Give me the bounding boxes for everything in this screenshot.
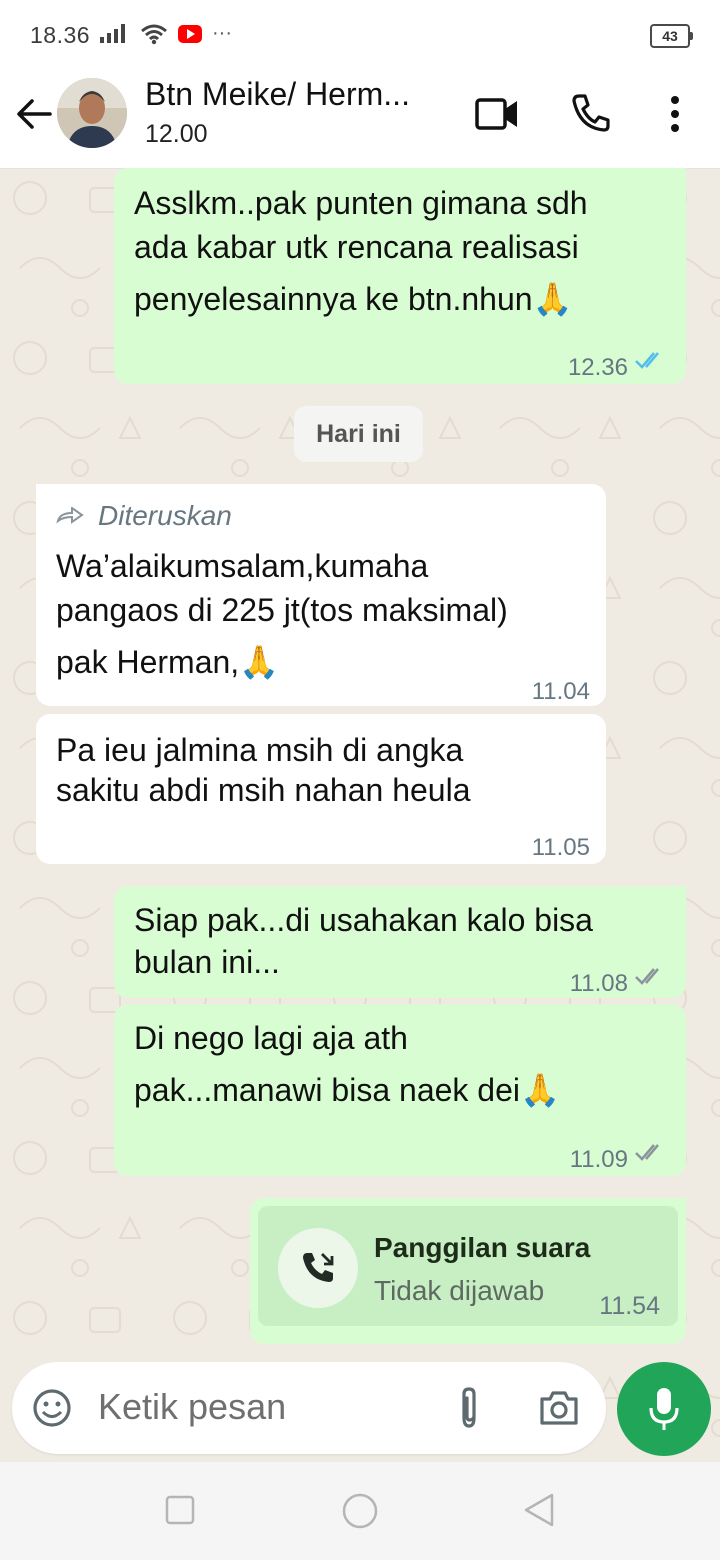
message-line: Di nego lagi aja ath [134, 1020, 408, 1056]
delivered-ticks-icon [635, 968, 659, 985]
message-line: sakitu abdi msih nahan heula [56, 772, 471, 808]
date-separator: Hari ini [294, 406, 423, 462]
wifi-icon [141, 24, 167, 44]
message-bubble-incoming[interactable]: Pa ieu jalmina msih di angka sakitu abdi… [36, 714, 606, 864]
message-time: 11.09 [569, 1146, 628, 1173]
forwarded-text: Diteruskan [98, 500, 232, 531]
forwarded-label: Diteruskan [56, 494, 232, 538]
message-line: bulan ini... [134, 944, 280, 980]
status-more: ··· [212, 22, 232, 44]
call-card: Panggilan suara Tidak dijawab 11.54 [258, 1206, 678, 1326]
message-bubble-outgoing[interactable]: Asslkm..pak punten gimana sdh ada kabar … [114, 168, 686, 384]
read-ticks-icon [635, 352, 659, 369]
message-composer[interactable]: Ketik pesan [12, 1362, 606, 1454]
system-nav-bar [0, 1462, 720, 1560]
message-line: penyelesainnya ke btn.nhun🙏 [134, 281, 573, 317]
message-bubble-outgoing[interactable]: Di nego lagi aja ath pak...manawi bisa n… [114, 1004, 686, 1176]
message-line: pak Herman,🙏 [56, 644, 280, 680]
chat-area[interactable]: Asslkm..pak punten gimana sdh ada kabar … [0, 168, 720, 1460]
call-time: 11.54 [599, 1292, 660, 1320]
contact-last-seen: 12.00 [145, 120, 208, 148]
youtube-icon [178, 24, 202, 43]
message-line: Asslkm..pak punten gimana sdh [134, 185, 588, 221]
call-icon-circle [278, 1228, 358, 1308]
back-nav-icon[interactable] [522, 1492, 556, 1528]
message-line: Wa’alaikumsalam,kumaha [56, 548, 429, 584]
chat-header: Btn Meike/ Herm... 12.00 [0, 70, 720, 169]
message-input[interactable]: Ketik pesan [98, 1386, 286, 1428]
battery-indicator: 43 [650, 24, 693, 48]
delivered-ticks-icon [635, 1144, 659, 1161]
missed-call-bubble[interactable]: Panggilan suara Tidak dijawab 11.54 [250, 1198, 686, 1344]
video-call-icon[interactable] [474, 96, 520, 132]
contact-avatar[interactable] [57, 78, 127, 148]
camera-icon[interactable] [538, 1390, 580, 1426]
mic-icon [649, 1388, 679, 1430]
contact-name[interactable]: Btn Meike/ Herm... [145, 76, 445, 113]
message-line: ada kabar utk rencana realisasi [134, 229, 579, 265]
message-time: 12.36 [567, 354, 628, 381]
message-line: Siap pak...di usahakan kalo bisa [134, 902, 593, 938]
status-icons: ··· [100, 22, 232, 45]
message-time: 11.04 [531, 678, 590, 705]
emoji-icon[interactable] [32, 1388, 72, 1428]
back-arrow-icon[interactable] [14, 94, 54, 134]
forward-icon [56, 507, 84, 524]
mic-button[interactable] [617, 1362, 711, 1456]
message-line: Pa ieu jalmina msih di angka [56, 732, 464, 768]
status-bar: 18.36 ··· 43 [0, 0, 720, 70]
home-icon[interactable] [341, 1492, 379, 1530]
signal-icon [100, 23, 125, 43]
voice-call-icon[interactable] [570, 92, 612, 134]
more-options-icon[interactable] [668, 94, 682, 134]
message-time: 11.08 [569, 970, 628, 997]
message-bubble-incoming[interactable]: Diteruskan Wa’alaikumsalam,kumaha pangao… [36, 484, 606, 706]
attach-icon[interactable] [452, 1386, 486, 1430]
missed-call-icon [303, 1253, 334, 1282]
call-status: Tidak dijawab [374, 1275, 545, 1306]
recents-icon[interactable] [164, 1494, 196, 1526]
message-line: pak...manawi bisa naek dei🙏 [134, 1072, 560, 1108]
call-title: Panggilan suara [374, 1232, 591, 1263]
message-bubble-outgoing[interactable]: Siap pak...di usahakan kalo bisa bulan i… [114, 886, 686, 998]
message-line: pangaos di 225 jt(tos maksimal) [56, 592, 508, 628]
status-time: 18.36 [30, 22, 91, 48]
message-time: 11.05 [531, 834, 590, 861]
